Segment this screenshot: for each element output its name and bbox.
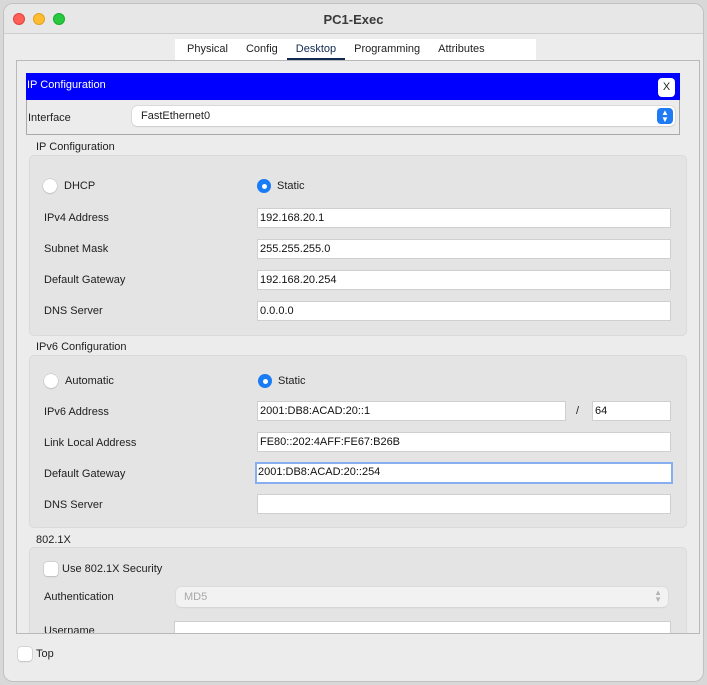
- prefix-separator: /: [576, 405, 580, 417]
- username-input[interactable]: [174, 621, 671, 633]
- ipv6-panel: Automatic Static IPv6 Address 2001:DB8:A…: [29, 355, 687, 528]
- tab-programming[interactable]: Programming: [345, 39, 429, 61]
- ipv6-dns-label: DNS Server: [44, 499, 103, 511]
- chevron-updown-icon: ▲ ▼: [654, 588, 662, 604]
- use-8021x-label: Use 802.1X Security: [62, 563, 163, 575]
- static-radio[interactable]: [257, 179, 271, 193]
- app-title: IP Configuration: [27, 79, 106, 91]
- automatic-radio[interactable]: [44, 374, 58, 388]
- tab-bar: Physical Config Desktop Programming Attr…: [175, 39, 536, 61]
- dhcp-label: DHCP: [64, 180, 96, 192]
- interface-value: FastEthernet0: [141, 110, 211, 122]
- app-title-bar: IP Configuration X: [26, 73, 680, 100]
- top-label: Top: [36, 648, 54, 660]
- ipv6-static-radio[interactable]: [258, 374, 272, 388]
- interface-select[interactable]: FastEthernet0 ▲ ▼: [132, 106, 675, 126]
- automatic-label: Automatic: [65, 375, 114, 387]
- tab-desktop[interactable]: Desktop: [286, 39, 346, 61]
- static-label: Static: [277, 180, 305, 192]
- ipv6-prefix-input[interactable]: 64: [592, 401, 671, 421]
- top-checkbox[interactable]: [18, 647, 32, 661]
- ipv4-panel: DHCP Static IPv4 Address 192.168.20.1 Su…: [29, 155, 687, 336]
- dhcp-radio[interactable]: [43, 179, 57, 193]
- chevron-updown-icon: ▲ ▼: [657, 108, 673, 124]
- subnet-mask-label: Subnet Mask: [44, 243, 109, 255]
- ipv6-gateway-input[interactable]: 2001:DB8:ACAD:20::254: [255, 462, 673, 484]
- ipv6-address-label: IPv6 Address: [44, 406, 109, 418]
- username-label: Username: [44, 625, 95, 634]
- ipv6-address-input[interactable]: 2001:DB8:ACAD:20::1: [257, 401, 566, 421]
- subnet-mask-input[interactable]: 255.255.255.0: [257, 239, 671, 259]
- dot1x-section-title: 802.1X: [36, 534, 71, 546]
- ipv6-dns-input[interactable]: [257, 494, 671, 514]
- dot1x-panel: Use 802.1X Security Authentication MD5 ▲…: [29, 547, 687, 634]
- authentication-label: Authentication: [44, 591, 114, 603]
- ipv4-section-title: IP Configuration: [36, 141, 115, 153]
- dns-server-label: DNS Server: [44, 305, 103, 317]
- tab-physical[interactable]: Physical: [178, 39, 237, 61]
- default-gateway-input[interactable]: 192.168.20.254: [257, 270, 671, 290]
- ipv4-address-input[interactable]: 192.168.20.1: [257, 208, 671, 228]
- default-gateway-label: Default Gateway: [44, 274, 126, 286]
- tab-config[interactable]: Config: [237, 39, 287, 61]
- dns-server-input[interactable]: 0.0.0.0: [257, 301, 671, 321]
- authentication-value: MD5: [184, 591, 208, 603]
- window-title: PC1-Exec: [323, 12, 384, 27]
- authentication-select[interactable]: MD5 ▲ ▼: [176, 587, 668, 607]
- close-app-button[interactable]: X: [658, 78, 675, 97]
- use-8021x-checkbox[interactable]: [44, 562, 58, 576]
- tab-attributes[interactable]: Attributes: [429, 39, 493, 61]
- pc-window: PC1-Exec Physical Config Desktop Program…: [3, 3, 704, 682]
- ipv6-static-label: Static: [278, 375, 306, 387]
- desktop-content: IP Configuration X Interface FastEtherne…: [16, 60, 700, 634]
- ipv6-section-title: IPv6 Configuration: [36, 341, 127, 353]
- interface-label: Interface: [28, 112, 71, 124]
- interface-row: Interface FastEthernet0 ▲ ▼: [26, 100, 680, 135]
- link-local-input[interactable]: FE80::202:4AFF:FE67:B26B: [257, 432, 671, 452]
- title-bar[interactable]: PC1-Exec: [4, 4, 703, 34]
- link-local-label: Link Local Address: [44, 437, 137, 449]
- ipv6-gateway-label: Default Gateway: [44, 468, 126, 480]
- ipv4-address-label: IPv4 Address: [44, 212, 109, 224]
